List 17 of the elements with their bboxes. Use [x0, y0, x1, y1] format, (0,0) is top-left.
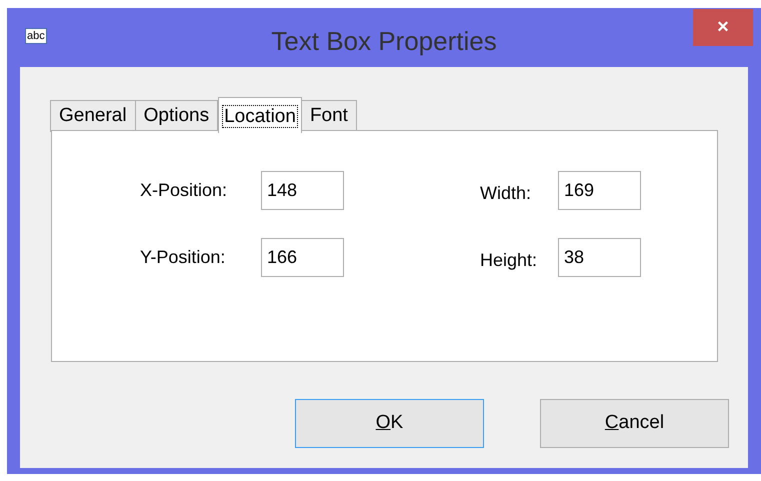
window-title: Text Box Properties — [271, 25, 497, 58]
dialog-button[interactable]: OK — [295, 399, 484, 448]
field-label: Y-Position: — [140, 246, 226, 269]
tab[interactable]: Font — [300, 100, 357, 132]
number-field[interactable]: 169 — [558, 171, 641, 210]
field-label: Width: — [480, 182, 532, 205]
number-field[interactable]: 38 — [558, 238, 641, 277]
number-field[interactable]: 166 — [261, 238, 344, 277]
tab[interactable]: Options — [134, 100, 218, 132]
close-button[interactable]: × — [693, 9, 753, 46]
field-label: X-Position: — [140, 179, 228, 202]
field-label: Height: — [480, 249, 538, 272]
tab[interactable]: Location — [218, 97, 302, 133]
number-field[interactable]: 148 — [261, 171, 344, 210]
app-icon: abc — [25, 28, 47, 44]
dialog-button[interactable]: Cancel — [540, 399, 729, 448]
tab[interactable]: General — [50, 100, 136, 132]
